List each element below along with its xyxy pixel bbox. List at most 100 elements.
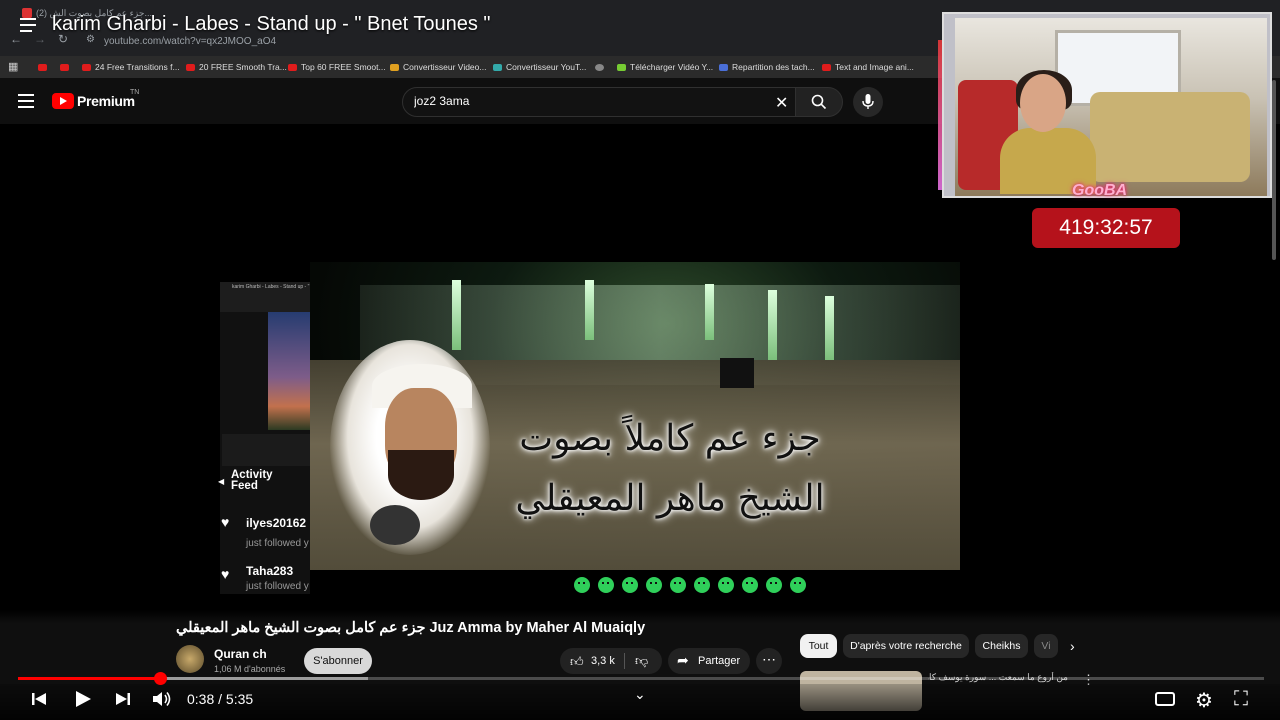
progress-scrubber[interactable] [154, 672, 167, 685]
search-button[interactable] [795, 87, 843, 117]
voice-search-button[interactable] [853, 87, 883, 117]
progress-played [18, 677, 160, 680]
feed-username: Taha283 [246, 564, 294, 578]
video-overlay-text-line2: الشيخ ماهر المعيقلي [515, 478, 825, 519]
search-icon [811, 94, 827, 110]
clear-search-icon[interactable]: ✕ [775, 93, 788, 113]
activity-feed-title: Activity Feed [231, 469, 273, 492]
skip-next-button[interactable] [114, 690, 132, 713]
bookmark-item[interactable]: Top 60 FREE Smoot... [288, 62, 386, 72]
gear-icon[interactable]: ⚙ [1195, 688, 1213, 713]
heart-icon: ♥ [221, 514, 230, 530]
more-actions-button[interactable]: ⋯ [756, 648, 782, 674]
video-overlay-text-line1: جزء عم كاملاً بصوت [519, 418, 821, 459]
volume-button[interactable] [152, 690, 172, 713]
apps-grid-icon[interactable]: ▦ [8, 60, 18, 73]
minaret [452, 280, 461, 350]
emote-icon [718, 576, 734, 593]
collapse-arrow-icon: ◀ [218, 477, 225, 486]
mic-icon [862, 94, 874, 109]
divider [624, 653, 625, 669]
heart-icon: ♥ [221, 566, 230, 582]
bookmark-label: Télécharger Vidéo Y... [630, 62, 714, 72]
bookmark-item[interactable]: Text and Image ani... [822, 62, 914, 72]
skip-previous-button[interactable] [30, 690, 48, 713]
bookmark-icon-only[interactable] [38, 62, 51, 72]
kaaba [720, 358, 754, 388]
share-icon: ➦ [677, 652, 689, 668]
subscriber-count: 1,06 M d'abonnés [214, 664, 286, 674]
page-scrollbar[interactable] [1272, 80, 1276, 260]
play-button[interactable] [73, 689, 93, 714]
bookmark-item[interactable]: 24 Free Transitions f... [82, 62, 180, 72]
youtube-tab-icon [22, 8, 32, 18]
search-input[interactable] [414, 94, 764, 108]
skip-previous-icon [32, 693, 46, 705]
chip-partial[interactable]: Vi [1034, 634, 1058, 658]
mini-player-controls [222, 434, 310, 466]
emote-icon [694, 576, 710, 593]
bookmark-item[interactable]: Repartition des tach... [719, 62, 815, 72]
feed-action: just followed y [246, 538, 309, 549]
exit-fullscreen-icon[interactable]: ⛶ [1234, 688, 1248, 711]
play-icon [76, 691, 91, 707]
stream-timer: 419:32:57 [1032, 208, 1180, 248]
stream-logo: GooBA [1072, 182, 1128, 199]
bookmark-label: 20 FREE Smooth Tra... [199, 62, 287, 72]
emote-icon [598, 576, 614, 593]
chip-cheikhs[interactable]: Cheikhs [975, 634, 1028, 658]
like-count[interactable]: 3,3 k [591, 655, 615, 667]
hamburger-menu-icon[interactable] [18, 94, 34, 112]
emote-icon [742, 576, 758, 593]
emote-icon [622, 576, 638, 593]
youtube-logo-play-icon [60, 97, 67, 105]
share-label[interactable]: Partager [698, 655, 740, 667]
feed-action: just followed y [246, 581, 309, 592]
chip-all[interactable]: Tout [800, 634, 837, 658]
streamer-face [1020, 74, 1066, 132]
bookmark-item[interactable]: Convertisseur Video... [390, 62, 486, 72]
thumbs-up-icon[interactable]: 👍︎ [570, 654, 584, 670]
overlay-menu-icon [20, 18, 36, 36]
youtube-premium-label[interactable]: Premium [77, 93, 135, 109]
emote-row [574, 576, 824, 594]
minaret [825, 296, 834, 360]
chevron-right-icon[interactable]: › [1070, 638, 1075, 654]
bookmark-label: Convertisseur YouT... [506, 62, 587, 72]
bookmark-label: 24 Free Transitions f... [95, 62, 180, 72]
sheikh-beard [388, 450, 454, 500]
chevron-down-icon[interactable]: ⌄ [634, 686, 646, 703]
bookmark-item[interactable]: 20 FREE Smooth Tra... [186, 62, 287, 72]
volume-icon [153, 692, 171, 706]
mini-preview-image [268, 312, 310, 430]
video-title: جزء عم كامل بصوت الشيخ ماهر المعيقلي Juz… [176, 620, 646, 636]
chip-related-search[interactable]: D'après votre recherche [843, 634, 969, 658]
emote-icon [646, 576, 662, 593]
feed-username: ilyes20162 [246, 516, 307, 530]
mini-preview-title: karim Gharbi - Labes - Stand up - " [232, 284, 310, 290]
bookmark-item[interactable] [595, 62, 608, 72]
bookmark-label: Repartition des tach... [732, 62, 815, 72]
webcam-sofa [1090, 92, 1250, 182]
channel-avatar[interactable] [176, 645, 204, 673]
stream-overlay-title: karim Gharbi - Labes - Stand up - " Bnet… [52, 13, 491, 35]
bookmark-label: Text and Image ani... [835, 62, 914, 72]
emote-icon [574, 576, 590, 593]
minaret [768, 290, 777, 360]
minaret [705, 284, 714, 340]
bookmark-item[interactable]: Convertisseur YouT... [493, 62, 586, 72]
bookmark-label: Top 60 FREE Smoot... [301, 62, 386, 72]
url-text[interactable]: youtube.com/watch?v=qx2JMOO_aO4 [104, 36, 276, 47]
bookmark-item[interactable]: Télécharger Vidéo Y... [617, 62, 713, 72]
time-display: 0:38 / 5:35 [187, 691, 254, 707]
bookmark-label: Convertisseur Video... [403, 62, 487, 72]
subscribe-button[interactable]: S'abonner [304, 648, 372, 674]
subtitles-icon[interactable] [1155, 692, 1175, 706]
bookmark-icon-only[interactable] [60, 62, 73, 72]
emote-icon [766, 576, 782, 593]
microphone [370, 505, 420, 545]
channel-name[interactable]: Quran ch [214, 647, 267, 661]
minaret [585, 280, 594, 340]
skip-next-icon [116, 693, 130, 705]
thumbs-down-icon[interactable]: 👎︎ [635, 653, 648, 669]
